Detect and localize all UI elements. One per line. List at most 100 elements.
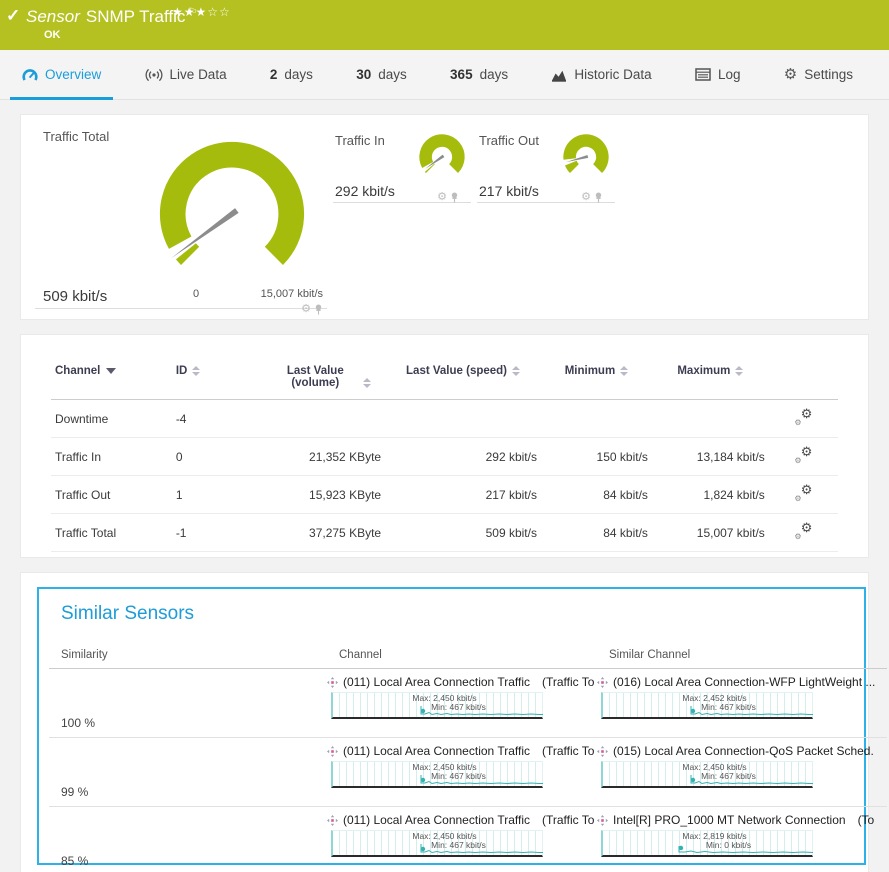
move-icon[interactable]	[597, 815, 608, 826]
column-header-channel[interactable]: Channel	[51, 351, 172, 400]
log-icon	[695, 68, 711, 81]
channel-settings-gears-icon[interactable]: ⚙⚙	[794, 447, 812, 463]
channel-minigraph[interactable]: Max: 2,450 kbit/s Min: 467 kbit/s	[331, 761, 543, 788]
traffic-out-gauge	[559, 129, 613, 183]
minimum-value: 84 kbit/s	[541, 476, 652, 514]
channel-id: -1	[172, 514, 259, 552]
sort-icon	[512, 366, 520, 376]
maximum-value	[652, 400, 769, 438]
gauge-value: 292 kbit/s	[335, 183, 395, 199]
channel-minigraph[interactable]: Max: 2,450 kbit/s Min: 467 kbit/s	[331, 830, 543, 857]
channel-link[interactable]: (011) Local Area Connection Traffic	[343, 744, 530, 758]
channel-name[interactable]: Traffic Out	[51, 476, 172, 514]
column-header-maximum[interactable]: Maximum	[652, 351, 769, 400]
gauge-settings-icon[interactable]: ⚙	[437, 192, 447, 203]
tab-number: 2	[270, 67, 278, 82]
similar-channel-link[interactable]: (015) Local Area Connection-QoS Packet S…	[613, 744, 874, 758]
channel-link[interactable]: (011) Local Area Connection Traffic	[343, 675, 530, 689]
channel-id: 1	[172, 476, 259, 514]
tab-number: 30	[356, 67, 371, 82]
sort-icon	[192, 366, 200, 376]
maximum-value: 13,184 kbit/s	[652, 438, 769, 476]
move-icon[interactable]	[327, 677, 338, 688]
similarity-value: 100 %	[49, 669, 327, 738]
channel-settings-gears-icon[interactable]: ⚙⚙	[794, 409, 812, 425]
channel-table: Channel ID Last Value (volume) Last Valu…	[51, 351, 838, 552]
similar-channel-link[interactable]: (016) Local Area Connection-WFP LightWei…	[613, 675, 875, 689]
tab-historic-data[interactable]: Historic Data	[539, 50, 663, 99]
channel-settings-gears-icon[interactable]: ⚙⚙	[794, 485, 812, 501]
tab-label: Live Data	[170, 67, 227, 82]
column-header-minimum[interactable]: Minimum	[541, 351, 652, 400]
tab-365-days[interactable]: 365 days	[438, 50, 520, 99]
header-label: Minimum	[565, 365, 615, 377]
similar-channel-minigraph[interactable]: Max: 2,450 kbit/s Min: 467 kbit/s	[601, 761, 813, 788]
tab-label: Overview	[45, 67, 101, 82]
gauge-settings-icon[interactable]: ⚙	[581, 192, 591, 203]
column-header-last-value-speed[interactable]: Last Value (speed)	[385, 351, 541, 400]
last-value-speed: 509 kbit/s	[385, 514, 541, 552]
graph-min-label: Min: 0 kbit/s	[603, 841, 812, 850]
table-row: Traffic Total -1 37,275 KByte 509 kbit/s…	[51, 514, 838, 552]
live-data-icon	[145, 68, 163, 82]
similar-sensors-box: Similar Sensors Similarity Channel Simil…	[37, 587, 866, 865]
channel-name[interactable]: Traffic In	[51, 438, 172, 476]
channel-suffix: (Traffic To	[542, 675, 594, 689]
sort-icon	[735, 366, 743, 376]
channel-suffix: (To	[858, 813, 875, 827]
priority-stars[interactable]: ★★★☆☆	[172, 5, 231, 19]
sort-desc-icon	[106, 368, 116, 374]
column-header-actions	[769, 351, 838, 400]
gauge-traffic-out: Traffic Out 217 kbit/s ⚙	[477, 127, 615, 203]
channel-name[interactable]: Downtime	[51, 400, 172, 438]
sensor-kind-label: Sensor	[26, 7, 80, 26]
tab-label: days	[284, 67, 313, 82]
tab-overview[interactable]: Overview	[10, 50, 113, 99]
minimum-value	[541, 400, 652, 438]
move-icon[interactable]	[597, 746, 608, 757]
ok-check-icon: ✓	[6, 6, 20, 26]
header-label: ID	[176, 365, 188, 377]
sensor-name: SNMP Traffic	[86, 7, 186, 26]
channel-settings-gears-icon[interactable]: ⚙⚙	[794, 523, 812, 539]
tab-30-days[interactable]: 30 days	[344, 50, 419, 99]
channel-link[interactable]: (011) Local Area Connection Traffic	[343, 813, 530, 827]
tab-label: days	[378, 67, 407, 82]
move-icon[interactable]	[327, 746, 338, 757]
sort-icon	[620, 366, 628, 376]
gauge-label: Traffic Out	[479, 133, 539, 148]
similarity-value: 85 %	[49, 807, 327, 872]
tab-2-days[interactable]: 2 days	[258, 50, 325, 99]
minimum-value: 84 kbit/s	[541, 514, 652, 552]
pin-icon[interactable]	[450, 192, 459, 203]
tab-log[interactable]: Log	[683, 50, 753, 99]
last-value-volume: 37,275 KByte	[259, 514, 386, 552]
header-label: Maximum	[677, 365, 730, 377]
pin-icon[interactable]	[314, 304, 323, 315]
tab-settings[interactable]: ⚙ Settings	[772, 50, 865, 99]
chart-icon	[551, 68, 567, 82]
similar-channel-minigraph[interactable]: Max: 2,819 kbit/s Min: 0 kbit/s	[601, 830, 813, 857]
column-header-channel: Channel	[327, 645, 597, 669]
table-row: Traffic In 0 21,352 KByte 292 kbit/s 150…	[51, 438, 838, 476]
similar-channel-minigraph[interactable]: Max: 2,452 kbit/s Min: 467 kbit/s	[601, 692, 813, 719]
move-icon[interactable]	[327, 815, 338, 826]
channel-minigraph[interactable]: Max: 2,450 kbit/s Min: 467 kbit/s	[331, 692, 543, 719]
sensor-status-bar: ✓ SensorSNMP Traffic⚐ ★★★☆☆ OK	[0, 0, 889, 50]
gauge-icon	[22, 68, 38, 82]
gauge-traffic-in: Traffic In 292 kbit/s ⚙	[333, 127, 471, 203]
graph-min-label: Min: 467 kbit/s	[603, 772, 812, 781]
header-label: Last Value (volume)	[272, 365, 358, 389]
last-value-volume	[259, 400, 386, 438]
header-label: Last Value (speed)	[406, 365, 507, 377]
column-header-last-value-volume[interactable]: Last Value (volume)	[259, 351, 386, 400]
move-icon[interactable]	[597, 677, 608, 688]
gauge-settings-icon[interactable]: ⚙	[301, 304, 311, 315]
pin-icon[interactable]	[594, 192, 603, 203]
column-header-id[interactable]: ID	[172, 351, 259, 400]
sort-icon	[363, 378, 371, 388]
channel-name[interactable]: Traffic Total	[51, 514, 172, 552]
similar-channel-link[interactable]: Intel[R] PRO_1000 MT Network Connection	[613, 813, 846, 827]
tab-live-data[interactable]: Live Data	[133, 50, 239, 99]
gauges-panel: Traffic Total 509 kbit/s 0 15,007 kbit/s…	[20, 114, 869, 320]
